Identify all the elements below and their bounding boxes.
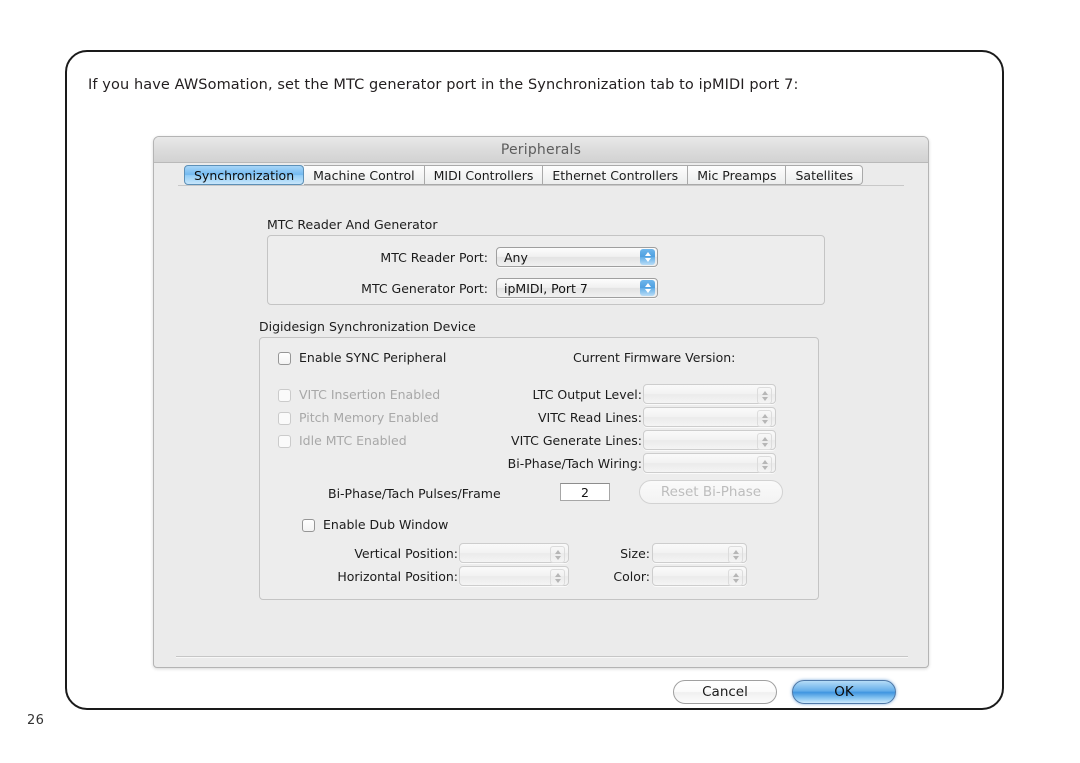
- tab-satellites[interactable]: Satellites: [786, 165, 864, 185]
- tab-bar: Synchronization Machine Control MIDI Con…: [154, 163, 928, 191]
- chevron-updown-icon: [640, 280, 655, 296]
- tab-ethernet-controllers[interactable]: Ethernet Controllers: [543, 165, 689, 185]
- sync-device-group: Digidesign Synchronization Device Enable…: [259, 319, 819, 600]
- vertical-position-label: Vertical Position:: [354, 546, 458, 561]
- chevron-updown-icon: [757, 410, 772, 427]
- dialog-body: MTC Reader And Generator MTC Reader Port…: [154, 191, 928, 704]
- horizontal-position-popup[interactable]: [459, 566, 569, 586]
- enable-sync-peripheral-label: Enable SYNC Peripheral: [299, 350, 447, 365]
- vitc-generate-lines-label: VITC Generate Lines:: [511, 433, 642, 448]
- mtc-reader-port-value: Any: [504, 249, 528, 265]
- enable-dub-window-label: Enable Dub Window: [323, 517, 449, 532]
- mtc-group-box: MTC Reader Port: Any MTC Generator Port:…: [267, 235, 825, 305]
- biphase-tach-wiring-popup[interactable]: [643, 453, 776, 473]
- pitch-memory-checkbox[interactable]: [278, 412, 291, 425]
- pitch-memory-label: Pitch Memory Enabled: [299, 410, 439, 425]
- dub-color-popup[interactable]: [652, 566, 747, 586]
- mtc-generator-port-value: ipMIDI, Port 7: [504, 280, 588, 296]
- dub-color-label: Color:: [613, 569, 650, 584]
- current-firmware-version-label: Current Firmware Version:: [573, 350, 736, 365]
- vertical-position-popup[interactable]: [459, 543, 569, 563]
- vitc-read-lines-label: VITC Read Lines:: [538, 410, 642, 425]
- footer-separator: [176, 656, 908, 657]
- vitc-generate-lines-popup[interactable]: [643, 430, 776, 450]
- mtc-generator-port-popup[interactable]: ipMIDI, Port 7: [496, 278, 658, 298]
- mtc-reader-port-label: MTC Reader Port:: [380, 250, 488, 265]
- chevron-updown-icon: [757, 433, 772, 450]
- dialog-titlebar: Peripherals: [154, 137, 928, 163]
- reset-biphase-button[interactable]: Reset Bi-Phase: [639, 480, 783, 504]
- ltc-output-level-label: LTC Output Level:: [532, 387, 642, 402]
- dub-size-popup[interactable]: [652, 543, 747, 563]
- cancel-button[interactable]: Cancel: [673, 680, 777, 704]
- tab-midi-controllers[interactable]: MIDI Controllers: [424, 165, 544, 185]
- enable-sync-peripheral-checkbox[interactable]: [278, 352, 291, 365]
- idle-mtc-label: Idle MTC Enabled: [299, 433, 407, 448]
- vitc-insertion-checkbox[interactable]: [278, 389, 291, 402]
- mtc-group-label: MTC Reader And Generator: [267, 217, 438, 232]
- chevron-updown-icon: [640, 249, 655, 265]
- enable-dub-window-checkbox[interactable]: [302, 519, 315, 532]
- sync-device-group-box: Enable SYNC Peripheral Current Firmware …: [259, 337, 819, 600]
- tab-synchronization[interactable]: Synchronization: [184, 165, 305, 185]
- chevron-updown-icon: [728, 546, 743, 563]
- chevron-updown-icon: [728, 569, 743, 586]
- peripherals-dialog: Peripherals Synchronization Machine Cont…: [153, 136, 929, 704]
- biphase-pulses-per-frame-field[interactable]: 2: [560, 483, 610, 501]
- mtc-reader-port-popup[interactable]: Any: [496, 247, 658, 267]
- ok-button[interactable]: OK: [792, 680, 896, 704]
- ltc-output-level-popup[interactable]: [643, 384, 776, 404]
- tab-mic-preamps[interactable]: Mic Preamps: [688, 165, 787, 185]
- idle-mtc-checkbox[interactable]: [278, 435, 291, 448]
- chevron-updown-icon: [757, 456, 772, 473]
- biphase-tach-wiring-label: Bi-Phase/Tach Wiring:: [507, 456, 642, 471]
- dialog-title: Peripherals: [500, 141, 582, 158]
- dub-size-label: Size:: [620, 546, 650, 561]
- tab-machine-control[interactable]: Machine Control: [304, 165, 425, 185]
- vitc-read-lines-popup[interactable]: [643, 407, 776, 427]
- intro-paragraph: If you have AWSomation, set the MTC gene…: [88, 77, 799, 93]
- sync-device-group-label: Digidesign Synchronization Device: [259, 319, 476, 334]
- chevron-updown-icon: [757, 387, 772, 404]
- mtc-generator-port-label: MTC Generator Port:: [361, 281, 488, 296]
- horizontal-position-label: Horizontal Position:: [337, 569, 458, 584]
- page-number: 26: [27, 713, 45, 728]
- mtc-group: MTC Reader And Generator MTC Reader Port…: [267, 217, 825, 305]
- biphase-pulses-per-frame-label: Bi-Phase/Tach Pulses/Frame: [328, 486, 501, 501]
